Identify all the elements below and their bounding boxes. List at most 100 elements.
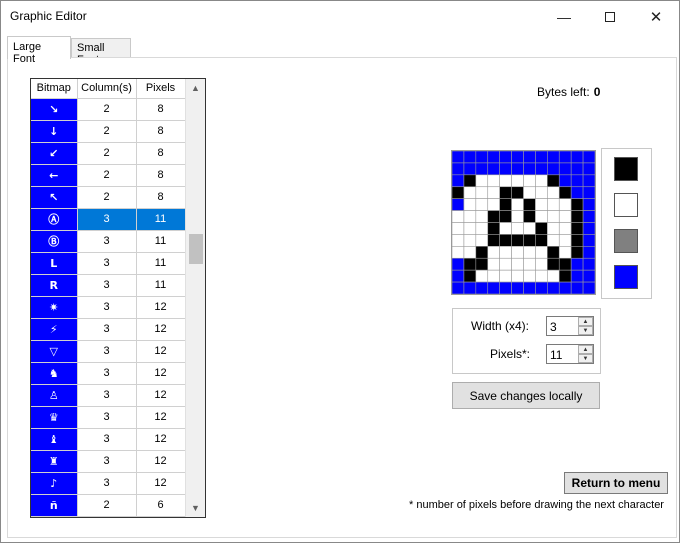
- bitmap-pixel[interactable]: [451, 210, 465, 223]
- bitmap-pixel[interactable]: [511, 257, 524, 271]
- bitmap-canvas[interactable]: [451, 150, 596, 295]
- glyph-preview[interactable]: ↖: [31, 186, 78, 209]
- bitmap-pixel[interactable]: [499, 269, 512, 283]
- bitmap-pixel[interactable]: [547, 269, 560, 283]
- pixels-cell[interactable]: 8: [136, 142, 186, 165]
- bitmap-pixel[interactable]: [463, 257, 477, 271]
- table-row[interactable]: Ⓑ 3 11: [31, 230, 186, 253]
- pixels-cell[interactable]: 12: [136, 428, 186, 451]
- table-row[interactable]: R 3 11: [31, 274, 186, 297]
- pixels-cell[interactable]: 8: [136, 164, 186, 187]
- bitmap-pixel[interactable]: [570, 186, 584, 199]
- bitmap-pixel[interactable]: [547, 246, 560, 259]
- bitmap-pixel[interactable]: [499, 162, 512, 176]
- maximize-button[interactable]: [587, 1, 633, 32]
- bitmap-pixel[interactable]: [463, 281, 477, 295]
- glyph-preview[interactable]: ↙: [31, 142, 78, 165]
- bitmap-pixel[interactable]: [535, 257, 548, 271]
- bitmap-pixel[interactable]: [463, 222, 477, 235]
- bitmap-pixel[interactable]: [582, 222, 596, 235]
- black-swatch[interactable]: [614, 157, 638, 181]
- bitmap-pixel[interactable]: [451, 150, 465, 164]
- table-row[interactable]: L 3 11: [31, 252, 186, 275]
- pixels-cell[interactable]: 8: [136, 186, 186, 209]
- bitmap-pixel[interactable]: [499, 246, 512, 259]
- table-row[interactable]: ▽ 3 12: [31, 340, 186, 363]
- glyph-preview[interactable]: ✷: [31, 296, 78, 319]
- bitmap-pixel[interactable]: [570, 210, 584, 223]
- pixels-cell[interactable]: 6: [136, 494, 186, 517]
- bitmap-pixel[interactable]: [523, 281, 536, 295]
- columns-cell[interactable]: 3: [77, 406, 137, 429]
- table-row[interactable]: Ⓐ 3 11: [31, 208, 186, 231]
- pixels-cell[interactable]: 12: [136, 318, 186, 341]
- bitmap-pixel[interactable]: [547, 257, 560, 271]
- bitmap-pixel[interactable]: [570, 222, 584, 235]
- glyph-preview[interactable]: ↓: [31, 120, 78, 143]
- glyph-grid[interactable]: Bitmap Column(s) Pixels ↘ 2 8 ↓ 2 8 ↙ 2 8 ← 2 8 ↖ 2 8 Ⓐ…: [30, 78, 206, 518]
- bitmap-pixel[interactable]: [535, 234, 548, 247]
- bitmap-pixel[interactable]: [547, 198, 560, 211]
- tab-small-font[interactable]: Small Font: [71, 38, 131, 66]
- bitmap-pixel[interactable]: [582, 234, 596, 247]
- bitmap-pixel[interactable]: [463, 210, 477, 223]
- bitmap-pixel[interactable]: [451, 269, 465, 283]
- bitmap-pixel[interactable]: [523, 174, 536, 188]
- bitmap-pixel[interactable]: [547, 281, 560, 295]
- bitmap-pixel[interactable]: [558, 281, 572, 295]
- bitmap-pixel[interactable]: [570, 246, 584, 259]
- bitmap-pixel[interactable]: [547, 186, 560, 199]
- bitmap-pixel[interactable]: [523, 234, 536, 247]
- bitmap-pixel[interactable]: [451, 222, 465, 235]
- bitmap-pixel[interactable]: [570, 257, 584, 271]
- bitmap-pixel[interactable]: [511, 150, 524, 164]
- table-row[interactable]: ⚡ 3 12: [31, 318, 186, 341]
- bitmap-pixel[interactable]: [487, 150, 500, 164]
- table-row[interactable]: ↘ 2 8: [31, 98, 186, 121]
- bitmap-pixel[interactable]: [570, 174, 584, 188]
- bitmap-pixel[interactable]: [511, 222, 524, 235]
- bitmap-pixel[interactable]: [475, 174, 489, 188]
- bitmap-pixel[interactable]: [487, 269, 500, 283]
- bitmap-pixel[interactable]: [558, 186, 572, 199]
- pixels-cell[interactable]: 12: [136, 472, 186, 495]
- glyph-preview[interactable]: ←: [31, 164, 78, 187]
- bitmap-pixel[interactable]: [463, 150, 477, 164]
- bitmap-pixel[interactable]: [535, 222, 548, 235]
- bitmap-pixel[interactable]: [547, 162, 560, 176]
- pixels-value[interactable]: 11: [550, 348, 562, 362]
- bitmap-pixel[interactable]: [475, 198, 489, 211]
- pixels-cell[interactable]: 8: [136, 120, 186, 143]
- header-columns[interactable]: Column(s): [77, 79, 137, 99]
- grid-scrollbar[interactable]: ▲ ▼: [185, 79, 205, 517]
- white-swatch[interactable]: [614, 193, 638, 217]
- pixels-cell[interactable]: 12: [136, 406, 186, 429]
- scroll-up-arrow-icon[interactable]: ▲: [186, 79, 205, 97]
- glyph-preview[interactable]: ⚡: [31, 318, 78, 341]
- bitmap-pixel[interactable]: [511, 174, 524, 188]
- bitmap-pixel[interactable]: [570, 150, 584, 164]
- close-button[interactable]: ✕: [633, 1, 679, 32]
- bitmap-pixel[interactable]: [451, 234, 465, 247]
- columns-cell[interactable]: 3: [77, 428, 137, 451]
- width-up-arrow-icon[interactable]: ▲: [578, 317, 593, 326]
- bitmap-pixel[interactable]: [475, 222, 489, 235]
- pixels-down-arrow-icon[interactable]: ▼: [578, 354, 593, 363]
- pixels-cell[interactable]: 12: [136, 362, 186, 385]
- table-row[interactable]: ♛ 3 12: [31, 406, 186, 429]
- bitmap-pixel[interactable]: [558, 174, 572, 188]
- bitmap-pixel[interactable]: [535, 269, 548, 283]
- bitmap-pixel[interactable]: [558, 246, 572, 259]
- bitmap-pixel[interactable]: [523, 257, 536, 271]
- columns-cell[interactable]: 3: [77, 384, 137, 407]
- save-changes-button[interactable]: Save changes locally: [452, 382, 600, 409]
- bitmap-pixel[interactable]: [582, 150, 596, 164]
- bitmap-pixel[interactable]: [523, 269, 536, 283]
- bitmap-pixel[interactable]: [511, 281, 524, 295]
- bitmap-pixel[interactable]: [451, 186, 465, 199]
- bitmap-pixel[interactable]: [558, 269, 572, 283]
- bitmap-pixel[interactable]: [475, 281, 489, 295]
- bitmap-pixel[interactable]: [487, 234, 500, 247]
- table-row[interactable]: ✷ 3 12: [31, 296, 186, 319]
- columns-cell[interactable]: 3: [77, 252, 137, 275]
